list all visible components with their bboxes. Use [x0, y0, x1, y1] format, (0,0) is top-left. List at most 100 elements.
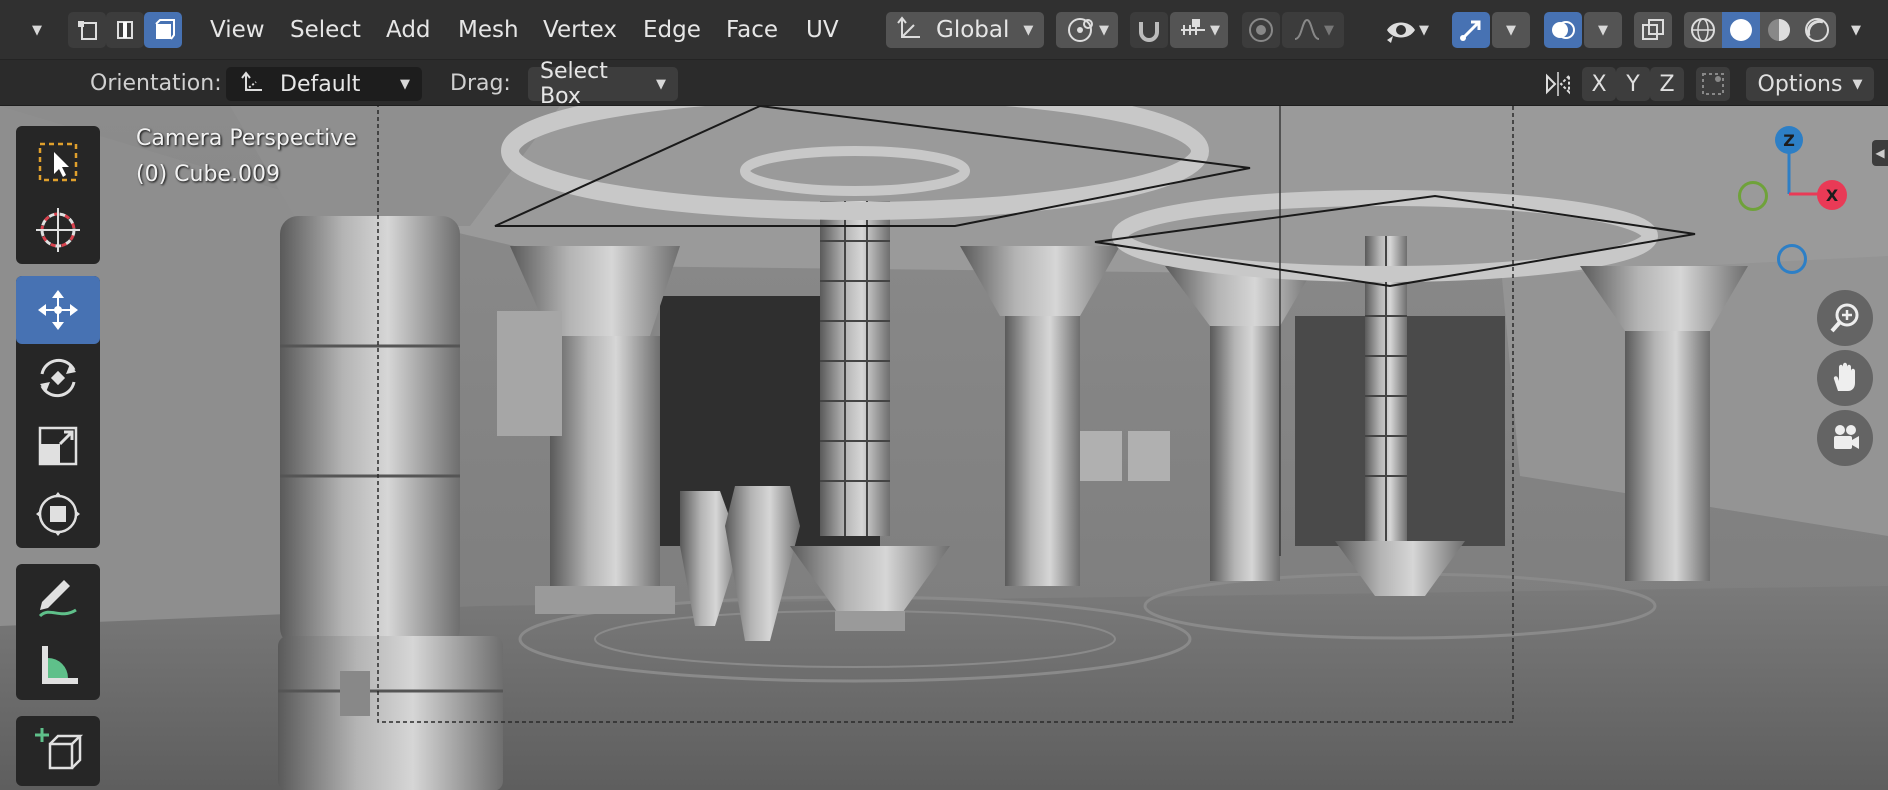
pivot-icon	[1068, 18, 1093, 42]
measure-tool[interactable]	[16, 632, 100, 700]
proportional-editing-toggle[interactable]	[1242, 12, 1280, 48]
chevron-down-icon: ▼	[400, 76, 410, 92]
pan-button[interactable]	[1817, 350, 1873, 406]
chevron-down-icon: ▼	[1210, 22, 1220, 38]
wireframe-shading-button[interactable]	[1684, 12, 1722, 48]
pencil-icon	[38, 580, 77, 618]
orientation-dropdown[interactable]: Default ▼	[226, 67, 422, 101]
toolbar-add-group	[16, 716, 100, 786]
3d-viewport[interactable]: Camera Perspective (0) Cube.009 Z X ◀	[0, 106, 1888, 790]
drag-value: Select Box	[540, 59, 608, 109]
chevron-down-icon: ▼	[1419, 22, 1429, 38]
mirror-toggle[interactable]	[1540, 67, 1576, 101]
menu-uv[interactable]: UV	[800, 12, 845, 48]
add-cube-tool[interactable]	[16, 716, 100, 784]
face-select-mode-button[interactable]	[144, 12, 182, 48]
rotate-icon	[40, 358, 76, 398]
overlays-icon	[1552, 21, 1575, 39]
orientation-value: Default	[280, 71, 361, 97]
xray-toggle[interactable]	[1634, 12, 1672, 48]
chevron-down-icon: ▼	[1506, 22, 1516, 38]
vertex-select-mode-button[interactable]	[68, 12, 106, 48]
show-gizmo-toggle[interactable]	[1452, 12, 1490, 48]
gizmo-z-axis[interactable]: Z	[1775, 126, 1803, 154]
3d-cursor-icon	[36, 208, 80, 252]
snap-target-dropdown[interactable]: ▼	[1170, 12, 1228, 48]
falloff-curve-icon	[1294, 18, 1320, 40]
snap-increment-icon	[1181, 19, 1205, 35]
scene-render[interactable]	[0, 106, 1888, 790]
solid-shading-button[interactable]	[1722, 12, 1760, 48]
orientation-axes-icon	[897, 16, 920, 38]
eye-icon	[1387, 22, 1415, 43]
gizmo-x-axis[interactable]: X	[1817, 180, 1847, 210]
cursor-tool[interactable]	[16, 196, 100, 264]
mirror-x-button[interactable]: X	[1582, 67, 1616, 101]
select-box-tool[interactable]	[16, 128, 100, 196]
chevron-down-icon: ▼	[1598, 22, 1608, 38]
orientation-icon	[241, 71, 262, 91]
shading-dropdown[interactable]: ▼	[1838, 12, 1874, 48]
chevron-down-icon: ▼	[656, 76, 666, 92]
chevron-down-icon: ▼	[1023, 22, 1034, 38]
material-sphere-icon	[1768, 19, 1790, 41]
annotate-tool[interactable]	[16, 564, 100, 632]
drag-label: Drag:	[450, 70, 511, 96]
orientation-label: Orientation:	[90, 70, 222, 96]
transform-tool[interactable]	[16, 480, 100, 548]
scale-icon	[38, 426, 78, 466]
options-label: Options	[1757, 71, 1843, 97]
edge-select-icon	[117, 21, 133, 39]
edge-select-mode-button[interactable]	[106, 12, 144, 48]
snapping-toggle[interactable]	[1130, 12, 1168, 48]
gizmo-y-axis[interactable]	[1738, 181, 1768, 211]
funnel-column-left	[550, 336, 660, 606]
gizmo-icon	[1460, 20, 1481, 41]
editor-mode-dropdown[interactable]: ▼	[20, 12, 54, 48]
zoom-button[interactable]	[1817, 290, 1873, 346]
menu-select[interactable]: Select	[284, 12, 367, 48]
options-dropdown[interactable]: Options ▼	[1746, 67, 1874, 101]
menu-face[interactable]: Face	[720, 12, 784, 48]
gizmo-dropdown[interactable]: ▼	[1492, 12, 1530, 48]
gizmo-z-label: Z	[1783, 130, 1795, 150]
move-tool[interactable]	[16, 276, 100, 344]
rendered-shading-button[interactable]	[1798, 12, 1836, 48]
menu-view[interactable]: View	[204, 12, 271, 48]
add-cube-icon	[35, 728, 84, 770]
crate	[278, 636, 503, 790]
transform-icon	[36, 492, 80, 536]
auto-merge-icon	[1702, 73, 1724, 95]
gizmo-x-label: X	[1825, 185, 1839, 205]
sidebar-toggle[interactable]: ◀	[1872, 140, 1888, 166]
tool-settings-bar: Orientation: Default ▼ Drag: Select Box …	[0, 59, 1888, 109]
toolbar-selection-group	[16, 126, 100, 264]
mirror-y-button[interactable]: Y	[1616, 67, 1650, 101]
scale-tool[interactable]	[16, 412, 100, 480]
transform-orientation-dropdown[interactable]: Global ▼	[886, 12, 1044, 48]
rotate-tool[interactable]	[16, 344, 100, 412]
proportional-falloff-dropdown[interactable]: ▼	[1282, 12, 1344, 48]
toolbar-annotate-group	[16, 564, 100, 700]
chevron-down-icon: ▼	[32, 22, 42, 38]
face-select-icon	[155, 19, 175, 40]
gizmo-neg-z-axis[interactable]	[1777, 244, 1807, 274]
auto-merge-toggle[interactable]	[1696, 67, 1730, 101]
selectability-visibility-dropdown[interactable]: ▼	[1376, 12, 1438, 48]
material-preview-shading-button[interactable]	[1760, 12, 1798, 48]
camera-view-button[interactable]	[1817, 410, 1873, 466]
navigation-gizmo[interactable]: Z X	[1725, 126, 1865, 276]
menu-edge[interactable]: Edge	[637, 12, 707, 48]
menu-vertex[interactable]: Vertex	[537, 12, 623, 48]
vertex-select-icon	[78, 21, 97, 40]
menu-add[interactable]: Add	[380, 12, 437, 48]
menu-mesh[interactable]: Mesh	[452, 12, 525, 48]
barrel-1	[1080, 431, 1122, 481]
drag-dropdown[interactable]: Select Box ▼	[528, 59, 678, 109]
overlays-dropdown[interactable]: ▼	[1584, 12, 1622, 48]
mirror-z-button[interactable]: Z	[1650, 67, 1684, 101]
pivot-point-dropdown[interactable]: ▼	[1056, 12, 1118, 48]
toolbar-transform-group	[16, 276, 100, 548]
central-tower	[820, 201, 890, 536]
show-overlays-toggle[interactable]	[1544, 12, 1582, 48]
